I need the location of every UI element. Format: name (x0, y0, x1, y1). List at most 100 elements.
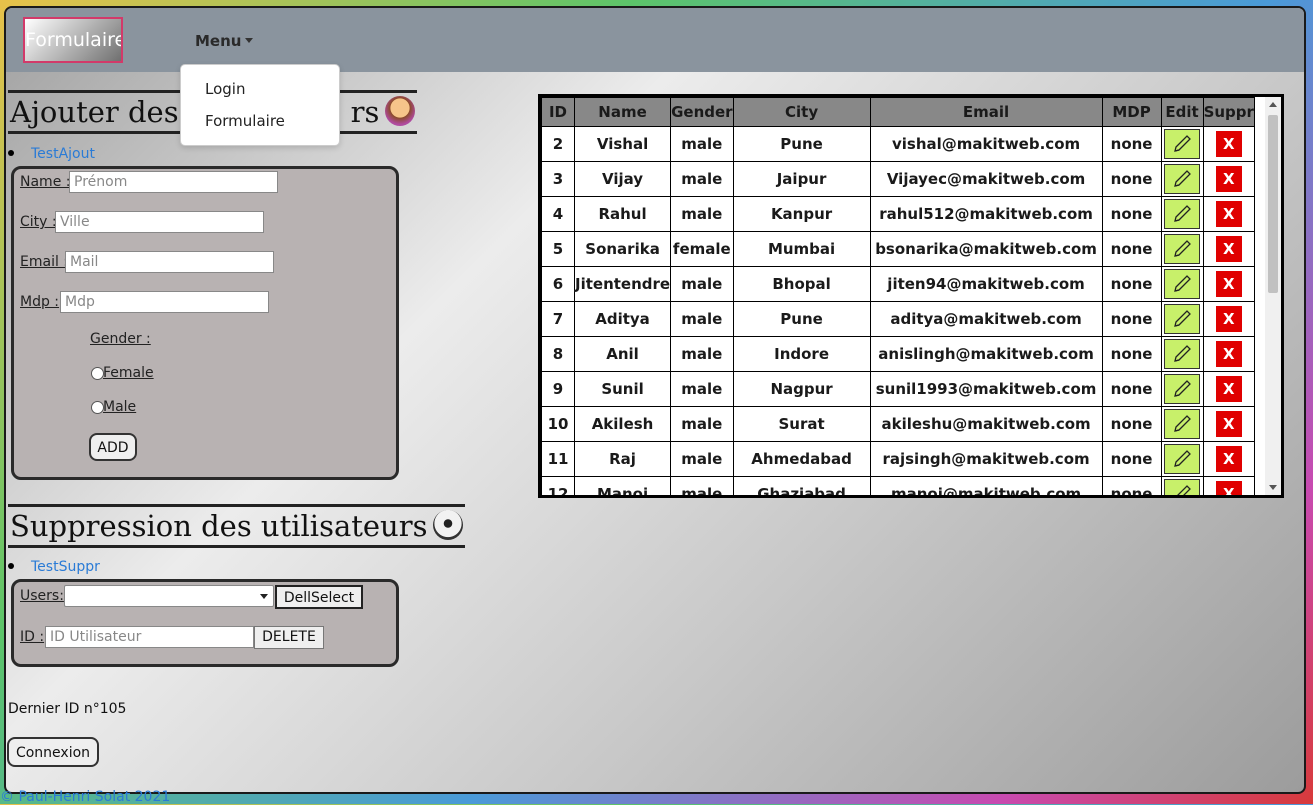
cell-suppr: X (1202, 441, 1255, 477)
th-id: ID (541, 97, 575, 127)
edit-pencil-icon[interactable] (1164, 304, 1201, 334)
edit-pencil-icon[interactable] (1164, 479, 1201, 495)
menu-item-formulaire[interactable]: Formulaire (205, 112, 285, 130)
table-row: 9 Sunil male Nagpur sunil1993@makitweb.com no… (541, 371, 1255, 407)
cell-gender: male (670, 441, 734, 477)
edit-pencil-icon[interactable] (1164, 409, 1201, 439)
delete-x-button[interactable]: X (1215, 306, 1242, 332)
delete-x-button[interactable]: X (1215, 236, 1242, 262)
dellselect-button[interactable]: DellSelect (275, 585, 363, 609)
cell-gender: male (670, 126, 734, 162)
mdp-input[interactable] (60, 291, 269, 313)
table-row: 10 Akilesh male Surat akileshu@makitweb.com n… (541, 406, 1255, 442)
edit-pencil-icon[interactable] (1164, 444, 1201, 474)
cell-suppr: X (1202, 126, 1255, 162)
delete-x-button[interactable]: X (1215, 481, 1242, 495)
users-select[interactable] (64, 585, 274, 607)
cell-city: Nagpur (732, 371, 871, 407)
delete-x-button[interactable]: X (1215, 341, 1242, 367)
cell-mdp: none (1101, 441, 1162, 477)
edit-pencil-icon[interactable] (1164, 374, 1201, 404)
cell-email: vishal@makitweb.com (869, 126, 1103, 162)
cell-edit (1160, 441, 1204, 477)
cell-name: Anil (573, 336, 672, 372)
cell-edit (1160, 231, 1204, 267)
cell-gender: male (670, 196, 734, 232)
edit-pencil-icon[interactable] (1164, 129, 1201, 159)
bullet-icon (8, 563, 14, 569)
scroll-up-icon[interactable] (1269, 102, 1277, 107)
scroll-down-icon[interactable] (1269, 485, 1277, 490)
name-input[interactable] (69, 171, 278, 193)
cell-gender: male (670, 301, 734, 337)
add-button[interactable]: ADD (89, 433, 137, 461)
cell-edit (1160, 406, 1204, 442)
cell-city: Bhopal (732, 266, 871, 302)
delete-section-title-text: Suppression des utilisateurs (10, 509, 428, 543)
menu-item-login[interactable]: Login (205, 80, 245, 98)
cell-id: 2 (541, 126, 575, 162)
male-label[interactable]: Male (103, 399, 136, 415)
cell-email: anislingh@makitweb.com (869, 336, 1103, 372)
th-mdp: MDP (1101, 97, 1162, 127)
testajout-link[interactable]: TestAjout (31, 146, 95, 162)
cell-city: Ahmedabad (732, 441, 871, 477)
cell-email: aditya@makitweb.com (869, 301, 1103, 337)
delete-button[interactable]: DELETE (254, 626, 324, 649)
cell-name: Manoj (573, 476, 672, 495)
cell-id: 9 (541, 371, 575, 407)
delete-x-button[interactable]: X (1215, 271, 1242, 297)
edit-pencil-icon[interactable] (1164, 269, 1201, 299)
connexion-button[interactable]: Connexion (7, 737, 99, 767)
cell-gender: male (670, 161, 734, 197)
mdp-label: Mdp : (20, 294, 60, 310)
cell-suppr: X (1202, 266, 1255, 302)
cell-id: 6 (541, 266, 575, 302)
cell-edit (1160, 371, 1204, 407)
cell-edit (1160, 126, 1204, 162)
brand-logo[interactable]: Formulaire (23, 17, 123, 63)
delete-x-button[interactable]: X (1215, 411, 1242, 437)
edit-pencil-icon[interactable] (1164, 164, 1201, 194)
edit-pencil-icon[interactable] (1164, 339, 1201, 369)
edit-pencil-icon[interactable] (1164, 234, 1201, 264)
cell-mdp: none (1101, 266, 1162, 302)
footer-credit[interactable]: © Paul-Henri Solat 2021 (0, 789, 170, 805)
city-input[interactable] (55, 211, 264, 233)
delete-x-button[interactable]: X (1215, 376, 1242, 402)
cell-suppr: X (1202, 161, 1255, 197)
cell-id: 4 (541, 196, 575, 232)
email-input[interactable] (65, 251, 274, 273)
add-section-title-text: Ajouter des (10, 95, 179, 129)
delete-x-button[interactable]: X (1215, 131, 1242, 157)
menu-dropdown-toggle[interactable]: Menu (195, 32, 254, 50)
edit-pencil-icon[interactable] (1164, 199, 1201, 229)
id-input[interactable] (45, 626, 254, 648)
cell-suppr: X (1202, 476, 1255, 495)
app-frame: Formulaire Menu Login Formulaire Ajouter… (4, 6, 1306, 794)
table-scrollbar[interactable] (1265, 97, 1281, 495)
th-gender: Gender (670, 97, 734, 127)
cell-city: Pune (732, 301, 871, 337)
scrollbar-thumb[interactable] (1268, 115, 1278, 293)
delete-x-button[interactable]: X (1215, 166, 1242, 192)
cell-suppr: X (1202, 406, 1255, 442)
female-label[interactable]: Female (103, 365, 154, 381)
email-label: Email : (20, 254, 69, 270)
cell-gender: male (670, 476, 734, 495)
cell-email: manoj@makitweb.com (869, 476, 1103, 495)
add-user-form: Name : City : Email : Mdp : Gender : Fem… (11, 166, 399, 480)
testsuppr-link[interactable]: TestSuppr (31, 559, 100, 575)
table-header-row: ID Name Gender City Email MDP Edit Suppr (541, 97, 1255, 127)
table-row: 5 Sonarika female Mumbai bsonarika@makitweb.… (541, 231, 1255, 267)
cell-email: Vijayec@makitweb.com (869, 161, 1103, 197)
last-id-text: Dernier ID n°105 (8, 701, 127, 717)
delete-x-button[interactable]: X (1215, 446, 1242, 472)
city-label: City : (20, 214, 57, 230)
th-suppr: Suppr (1202, 97, 1255, 127)
delete-x-button[interactable]: X (1215, 201, 1242, 227)
cell-name: Aditya (573, 301, 672, 337)
cell-city: Pune (732, 126, 871, 162)
th-edit: Edit (1160, 97, 1204, 127)
cell-mdp: none (1101, 196, 1162, 232)
